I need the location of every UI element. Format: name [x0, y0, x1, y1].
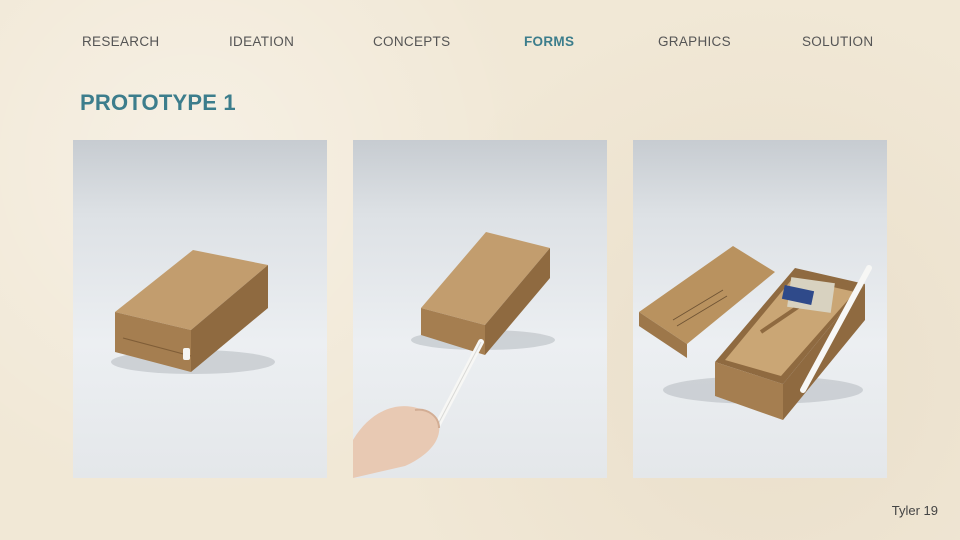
nav-concepts[interactable]: CONCEPTS: [373, 34, 450, 49]
page-title: PROTOTYPE 1: [80, 90, 236, 115]
stylus: [432, 339, 484, 433]
prototype-photo-stylus: [353, 140, 607, 478]
nav-graphics[interactable]: GRAPHICS: [658, 34, 731, 49]
page-number: Tyler 19: [891, 503, 938, 518]
nav-solution[interactable]: SOLUTION: [802, 34, 873, 49]
nav-research[interactable]: RESEARCH: [82, 34, 159, 49]
hand: [353, 406, 440, 478]
prototype-photo-open-box: [633, 140, 887, 478]
nav-forms[interactable]: FORMS: [524, 34, 574, 49]
prototype-photo-closed-box: [73, 140, 327, 478]
nav-ideation[interactable]: IDEATION: [229, 34, 294, 49]
top-navigation: RESEARCH IDEATION CONCEPTS FORMS GRAPHIC…: [0, 34, 960, 52]
